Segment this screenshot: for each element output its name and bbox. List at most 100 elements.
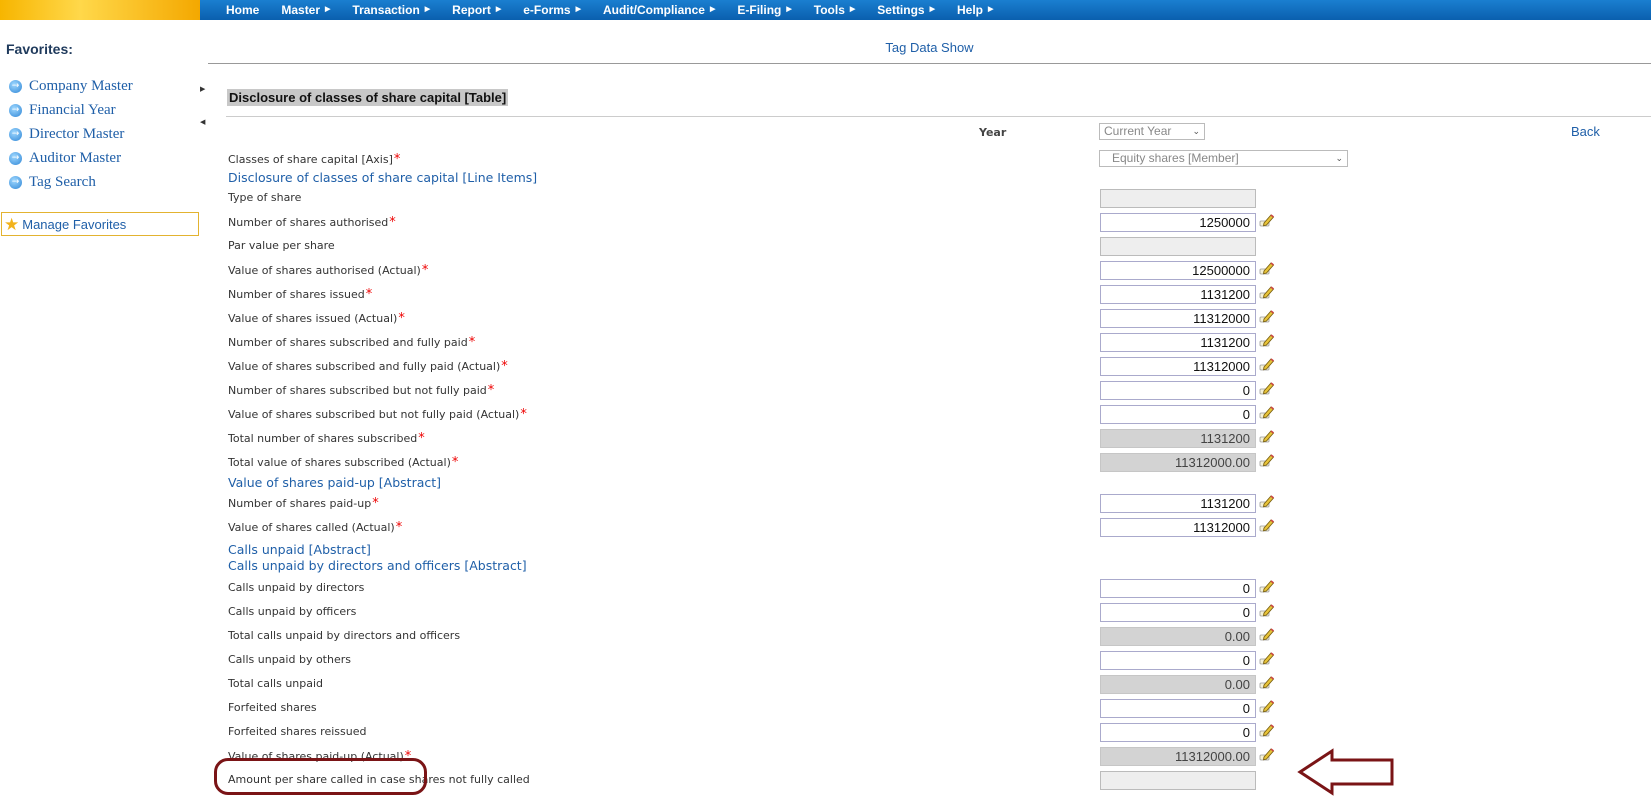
- value-input[interactable]: 1131200: [1100, 494, 1256, 513]
- field-label: Forfeited shares: [228, 701, 317, 714]
- field-label: Number of shares subscribed and fully pa…: [228, 335, 476, 350]
- favorite-auditor-master[interactable]: → Auditor Master: [9, 150, 121, 167]
- field-label: Forfeited shares reissued: [228, 725, 367, 738]
- value-input[interactable]: 11312000: [1100, 518, 1256, 537]
- value-input[interactable]: 0: [1100, 723, 1256, 742]
- field-label: Total calls unpaid by directors and offi…: [228, 629, 461, 642]
- value-input[interactable]: 1131200: [1100, 285, 1256, 304]
- group-heading: Calls unpaid by directors and officers […: [228, 558, 527, 573]
- edit-pencil-icon[interactable]: [1259, 428, 1275, 444]
- field-label: Type of share: [228, 191, 302, 204]
- nav-item-label: Report: [452, 3, 491, 17]
- edit-pencil-icon[interactable]: [1259, 332, 1275, 348]
- nav-item-label: Help: [957, 3, 984, 17]
- edit-pencil-icon[interactable]: [1259, 650, 1275, 666]
- favorite-label: Financial Year: [29, 102, 116, 118]
- field-label: Total calls unpaid: [228, 677, 324, 690]
- edit-pencil-icon[interactable]: [1259, 578, 1275, 594]
- edit-pencil-icon[interactable]: [1259, 674, 1275, 690]
- value-input: [1100, 189, 1256, 208]
- nav-item-report[interactable]: Report ▶: [441, 0, 512, 20]
- edit-pencil-icon[interactable]: [1259, 626, 1275, 642]
- field-label: Calls unpaid by others: [228, 653, 351, 666]
- computed-value-field: 0.00: [1100, 627, 1256, 646]
- edit-pencil-icon[interactable]: [1259, 722, 1275, 738]
- edit-pencil-icon[interactable]: [1259, 746, 1275, 762]
- nav-item-tools[interactable]: Tools ▶: [803, 0, 867, 20]
- back-link[interactable]: Back: [1571, 124, 1600, 139]
- field-label: Value of shares subscribed and fully pai…: [228, 359, 508, 374]
- nav-item-e-forms[interactable]: e-Forms ▶: [512, 0, 592, 20]
- edit-pencil-icon[interactable]: [1259, 452, 1275, 468]
- app-logo: [0, 0, 200, 20]
- nav-item-label: Tools: [813, 3, 845, 17]
- value-input[interactable]: 12500000: [1100, 261, 1256, 280]
- value-input[interactable]: 0: [1100, 579, 1256, 598]
- nav-item-label: Transaction: [352, 3, 420, 17]
- required-marker: *: [421, 263, 429, 278]
- nav-item-audit-compliance[interactable]: Audit/Compliance ▶: [592, 0, 726, 20]
- edit-pencil-icon[interactable]: [1259, 308, 1275, 324]
- field-label: Number of shares subscribed but not full…: [228, 383, 495, 398]
- collapse-arrow-icon[interactable]: ▶: [200, 85, 205, 93]
- value-input[interactable]: 0: [1100, 699, 1256, 718]
- value-input[interactable]: 1131200: [1100, 333, 1256, 352]
- nav-item-transaction[interactable]: Transaction ▶: [341, 0, 441, 20]
- value-input[interactable]: 11312000: [1100, 357, 1256, 376]
- group-heading: Value of shares paid-up [Abstract]: [228, 475, 442, 490]
- required-marker: *: [372, 496, 379, 511]
- value-input[interactable]: 11312000: [1100, 309, 1256, 328]
- submenu-caret-icon: ▶: [709, 6, 716, 13]
- field-label: Total value of shares subscribed (Actual…: [228, 455, 459, 470]
- field-label: Value of shares called (Actual)*: [228, 520, 403, 535]
- favorite-label: Company Master: [29, 78, 133, 94]
- value-input[interactable]: 0: [1100, 603, 1256, 622]
- axis-member-value: Equity shares [Member]: [1112, 151, 1239, 165]
- field-label: Number of shares authorised*: [228, 215, 396, 230]
- year-select[interactable]: Current Year ⌄: [1099, 123, 1205, 140]
- nav-item-label: Settings: [877, 3, 925, 17]
- favorite-tag-search[interactable]: → Tag Search: [9, 174, 96, 191]
- arrow-circle-icon: →: [9, 152, 22, 165]
- edit-pencil-icon[interactable]: [1259, 284, 1275, 300]
- favorite-label: Tag Search: [29, 174, 96, 190]
- expand-arrow-icon[interactable]: ◀: [200, 118, 205, 126]
- manage-favorites-button[interactable]: ★ Manage Favorites: [1, 212, 199, 236]
- edit-pencil-icon[interactable]: [1259, 517, 1275, 533]
- edit-pencil-icon[interactable]: [1259, 356, 1275, 372]
- nav-item-settings[interactable]: Settings ▶: [866, 0, 946, 20]
- value-input[interactable]: 0: [1100, 381, 1256, 400]
- edit-pencil-icon[interactable]: [1259, 493, 1275, 509]
- favorite-financial-year[interactable]: → Financial Year: [9, 102, 116, 119]
- value-input: [1100, 771, 1256, 790]
- favorite-label: Director Master: [29, 126, 125, 142]
- edit-pencil-icon[interactable]: [1259, 698, 1275, 714]
- edit-pencil-icon[interactable]: [1259, 260, 1275, 276]
- nav-item-label: E-Filing: [737, 3, 782, 17]
- field-label: Value of shares subscribed but not fully…: [228, 407, 527, 422]
- arrow-circle-icon: →: [9, 176, 22, 189]
- star-icon: ★: [4, 214, 20, 234]
- section-title: Disclosure of classes of share capital […: [227, 89, 509, 106]
- submenu-caret-icon: ▶: [325, 6, 331, 13]
- nav-item-master[interactable]: Master ▶: [270, 0, 341, 20]
- required-marker: *: [365, 287, 373, 302]
- axis-member-select[interactable]: Equity shares [Member] ⌄: [1099, 150, 1348, 167]
- value-input[interactable]: 1250000: [1100, 213, 1256, 232]
- nav-item-e-filing[interactable]: E-Filing ▶: [726, 0, 802, 20]
- divider: [208, 63, 1651, 64]
- favorite-company-master[interactable]: → Company Master: [9, 78, 133, 95]
- edit-pencil-icon[interactable]: [1259, 212, 1275, 228]
- value-input[interactable]: 0: [1100, 405, 1256, 424]
- required-marker: *: [393, 152, 401, 167]
- nav-item-home[interactable]: Home: [215, 0, 270, 20]
- required-marker: *: [398, 311, 405, 326]
- required-marker: *: [520, 407, 527, 422]
- edit-pencil-icon[interactable]: [1259, 380, 1275, 396]
- edit-pencil-icon[interactable]: [1259, 404, 1275, 420]
- favorite-director-master[interactable]: → Director Master: [9, 126, 124, 143]
- main-nav: Home Master ▶ Transaction ▶ Report ▶ e-Forms ▶ Au…: [215, 0, 1004, 20]
- nav-item-help[interactable]: Help ▶: [946, 0, 1004, 20]
- value-input[interactable]: 0: [1100, 651, 1256, 670]
- edit-pencil-icon[interactable]: [1259, 602, 1275, 618]
